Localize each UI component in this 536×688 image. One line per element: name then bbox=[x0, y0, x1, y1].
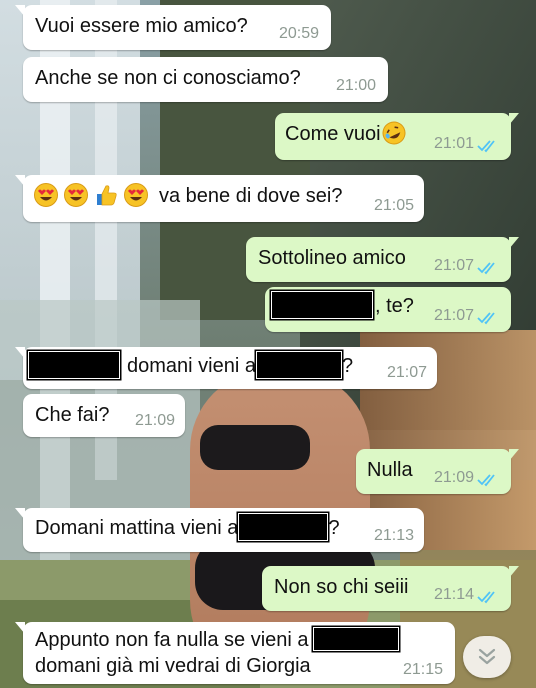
message-time: 21:07 bbox=[433, 257, 474, 274]
bubble-tail bbox=[509, 113, 519, 125]
outgoing-message[interactable]: , te? 21:07 bbox=[265, 287, 511, 332]
incoming-message[interactable]: Appunto non fa nulla se vieni a domani g… bbox=[15, 622, 455, 684]
message-text: Sottolineo amico bbox=[258, 247, 406, 269]
message-text: , te? bbox=[375, 295, 414, 317]
message-time: 21:00 bbox=[335, 77, 376, 94]
message-time: 21:09 bbox=[134, 412, 175, 429]
message-text: ? bbox=[341, 355, 354, 377]
message-text: ? bbox=[328, 517, 340, 539]
message-text-wrap: domani vieni a? bbox=[28, 351, 354, 380]
redaction-box bbox=[271, 291, 373, 320]
message-text-wrap: va bene di dove sei? bbox=[33, 183, 343, 208]
outgoing-message[interactable]: Non so chi seiii 21:14 bbox=[262, 566, 519, 611]
message-text: Domani mattina vieni a bbox=[35, 517, 239, 539]
message-time: 21:14 bbox=[433, 586, 474, 603]
bubble-tail bbox=[509, 237, 519, 249]
message-time: 21:01 bbox=[433, 135, 474, 152]
outgoing-message[interactable]: Come vuoi 21:01 bbox=[275, 113, 519, 160]
redaction-box bbox=[238, 513, 329, 542]
rofl-emoji bbox=[382, 121, 406, 145]
bubble-tail bbox=[509, 566, 519, 578]
incoming-message[interactable]: Anche se non ci conosciamo? 21:00 bbox=[23, 57, 388, 102]
message-time: 20:59 bbox=[278, 25, 319, 42]
scroll-to-bottom-button[interactable] bbox=[463, 636, 511, 678]
thumbs-up-emoji bbox=[97, 185, 117, 206]
heart-eyes-emoji bbox=[124, 183, 148, 208]
bubble-tail bbox=[15, 175, 25, 187]
outgoing-message[interactable]: Sottolineo amico 21:07 bbox=[246, 237, 519, 282]
heart-eyes-emoji bbox=[34, 183, 58, 208]
heart-eyes-emoji bbox=[64, 183, 88, 208]
message-text: Anche se non ci conosciamo? bbox=[35, 67, 301, 89]
bubble-tail bbox=[15, 622, 25, 634]
bubble-tail bbox=[509, 449, 519, 461]
read-ticks-icon bbox=[477, 473, 499, 487]
bubble-tail bbox=[15, 5, 25, 17]
message-text: Nulla bbox=[367, 459, 413, 481]
message-time: 21:07 bbox=[433, 307, 474, 324]
message-time: 21:05 bbox=[373, 197, 414, 214]
message-time: 21:15 bbox=[402, 661, 443, 678]
message-text: domani vieni a bbox=[127, 355, 256, 377]
message-text: Come vuoi bbox=[285, 123, 381, 145]
message-text-wrap: , te? bbox=[271, 291, 414, 320]
message-text: Non so chi seiii bbox=[274, 576, 409, 598]
incoming-message[interactable]: Domani mattina vieni a? 21:13 bbox=[15, 508, 424, 552]
incoming-message[interactable]: domani vieni a? 21:07 bbox=[15, 347, 437, 389]
message-text-wrap: Come vuoi bbox=[285, 121, 407, 146]
message-time: 21:07 bbox=[386, 364, 427, 381]
bubble-tail bbox=[15, 347, 25, 359]
incoming-message[interactable]: Che fai? 21:09 bbox=[23, 394, 185, 437]
redaction-box bbox=[312, 627, 399, 652]
redaction-box bbox=[255, 351, 342, 380]
incoming-message[interactable]: Vuoi essere mio amico? 20:59 bbox=[15, 5, 331, 50]
message-text: domani già mi vedrai di Giorgia bbox=[35, 655, 311, 677]
bubble-tail bbox=[15, 508, 25, 520]
redaction-box bbox=[28, 351, 120, 380]
read-ticks-icon bbox=[477, 139, 499, 153]
message-time: 21:13 bbox=[373, 527, 414, 544]
message-text-wrap: Domani mattina vieni a? bbox=[35, 513, 340, 542]
double-chevron-down-icon bbox=[478, 648, 496, 665]
message-text: Appunto non fa nulla se vieni a bbox=[35, 629, 309, 651]
message-text-wrap: Appunto non fa nulla se vieni a bbox=[35, 627, 399, 652]
message-text: va bene di dove sei? bbox=[159, 185, 343, 207]
message-text: Che fai? bbox=[35, 404, 110, 426]
read-ticks-icon bbox=[477, 311, 499, 325]
read-ticks-icon bbox=[477, 261, 499, 275]
incoming-message[interactable]: va bene di dove sei? 21:05 bbox=[15, 175, 424, 222]
message-time: 21:09 bbox=[433, 469, 474, 486]
message-text: Vuoi essere mio amico? bbox=[35, 15, 248, 37]
outgoing-message[interactable]: Nulla 21:09 bbox=[356, 449, 519, 494]
read-ticks-icon bbox=[477, 590, 499, 604]
